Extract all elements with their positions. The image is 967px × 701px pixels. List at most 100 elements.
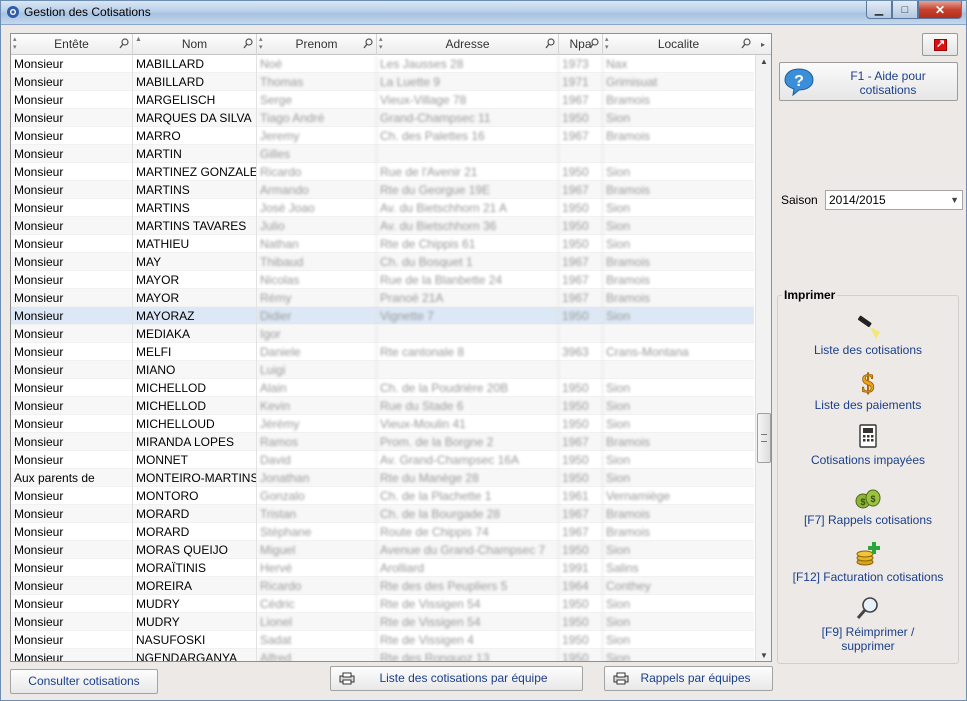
print-rappels-cotisations-button[interactable]: $ $ [F7] Rappels cotisations — [778, 483, 958, 527]
cell-prenom: Daniele — [257, 343, 377, 361]
scroll-right-icon[interactable]: ▸ — [755, 34, 771, 55]
print-facturation-cotisations-button[interactable]: [F12] Facturation cotisations — [778, 540, 958, 584]
cell-prenom: José Joao — [257, 199, 377, 217]
table-row[interactable]: Monsieur MUDRY Lionel Rte de Vissigen 54 195… — [11, 613, 754, 631]
table-row[interactable]: Monsieur MICHELLOD Alain Ch. de la Poudrièr… — [11, 379, 754, 397]
column-header-prenom[interactable]: ▴ ▾ Prenom — [257, 34, 377, 55]
table-row[interactable]: Monsieur MAYOR Nicolas Rue de la Blanbette … — [11, 271, 754, 289]
consulter-cotisations-button[interactable]: Consulter cotisations — [10, 669, 158, 694]
liste-cotisations-par-equipe-button[interactable]: Liste des cotisations par équipe — [330, 666, 583, 691]
chevron-down-icon[interactable]: ▼ — [950, 191, 959, 209]
table-row[interactable]: Aux parents de MONTEIRO-MARTINS Jonathan Rt… — [11, 469, 754, 487]
table-row[interactable]: Monsieur MOREIRA Ricardo Rte des des Peupli… — [11, 577, 754, 595]
table-row[interactable]: Monsieur MONTORO Gonzalo Ch. de la Plachett… — [11, 487, 754, 505]
cell-entete: Monsieur — [11, 307, 133, 325]
cell-adresse: Av. Grand-Champsec 16A — [377, 451, 559, 469]
table-row[interactable]: Monsieur MELFI Daniele Rte cantonale 8 3963 C… — [11, 343, 754, 361]
cell-nom: NGENDARGANYA — [133, 649, 257, 661]
cell-adresse: Ch. de la Poudrière 20B — [377, 379, 559, 397]
scroll-up-icon[interactable]: ▲ — [760, 57, 768, 66]
table-row[interactable]: Monsieur MUDRY Cédric Rte de Vissigen 54 195… — [11, 595, 754, 613]
cell-adresse: Vieux-Village 78 — [377, 91, 559, 109]
cell-entete: Monsieur — [11, 163, 133, 181]
vertical-scrollbar[interactable]: ▲ ▼ — [755, 55, 771, 661]
cell-adresse: Rue du Stade 6 — [377, 397, 559, 415]
search-icon[interactable] — [545, 38, 555, 50]
cell-nom: MARTINEZ GONZALEZ — [133, 163, 257, 181]
table-row[interactable]: Monsieur MIRANDA LOPES Ramos Prom. de la Bo… — [11, 433, 754, 451]
print-cotisations-impayees-button[interactable]: Cotisations impayées — [778, 423, 958, 467]
svg-text:$: $ — [870, 494, 875, 504]
print-liste-paiements-button[interactable]: $ Liste des paiements — [778, 368, 958, 412]
cotisations-grid[interactable]: ▴ ▾ Entête ▲ Nom ▴ ▾ Prenom ▴ ▾ Adresse Npa — [10, 33, 772, 662]
table-row[interactable]: Monsieur MONNET David Av. Grand-Champsec 16… — [11, 451, 754, 469]
cell-prenom: Julio — [257, 217, 377, 235]
search-icon[interactable] — [363, 38, 373, 50]
button-label: Consulter cotisations — [28, 674, 140, 688]
help-button[interactable]: ? F1 - Aide pour cotisations — [779, 62, 958, 101]
table-row[interactable]: Monsieur MEDIAKA Igor — [11, 325, 754, 343]
cell-prenom: Miguel — [257, 541, 377, 559]
column-header-entete[interactable]: ▴ ▾ Entête — [11, 34, 133, 55]
cell-nom: MORARD — [133, 505, 257, 523]
table-row[interactable]: Monsieur MARTINS Armando Rte du Georgue 19E… — [11, 181, 754, 199]
scrollbar-thumb[interactable] — [757, 413, 771, 463]
close-button[interactable]: ✕ — [918, 1, 962, 19]
cell-adresse: Rte de Vissigen 4 — [377, 631, 559, 649]
table-row[interactable]: Monsieur MORARD Tristan Ch. de la Bourgade … — [11, 505, 754, 523]
table-row[interactable]: Monsieur MAY Thibaud Ch. du Bosquet 1 1967 Br… — [11, 253, 754, 271]
minimize-button[interactable]: ▁ — [866, 1, 892, 19]
export-button[interactable] — [922, 33, 958, 56]
table-row[interactable]: Monsieur MABILLARD Noé Les Jausses 28 1973 Na… — [11, 55, 754, 73]
table-row[interactable]: Monsieur MARTIN Gilles — [11, 145, 754, 163]
cell-prenom: Jeremy — [257, 127, 377, 145]
table-row[interactable]: Monsieur MABILLARD Thomas La Luette 9 1971 Gr… — [11, 73, 754, 91]
column-header-npa[interactable]: Npa — [559, 34, 603, 55]
table-row[interactable]: Monsieur MICHELLOD Kevin Rue du Stade 6 1950… — [11, 397, 754, 415]
search-icon[interactable] — [589, 38, 599, 50]
table-row[interactable]: Monsieur MICHELLOUD Jérémy Vieux-Moulin 41 1… — [11, 415, 754, 433]
scroll-down-icon[interactable]: ▼ — [760, 651, 768, 660]
table-row[interactable]: Monsieur MIANO Luigi — [11, 361, 754, 379]
cell-nom: MOREIRA — [133, 577, 257, 595]
cell-entete: Monsieur — [11, 577, 133, 595]
cell-npa: 1967 — [559, 127, 603, 145]
cell-localite: Sion — [606, 219, 631, 233]
table-row[interactable]: Monsieur MAYORAZ Didier Vignette 7 1950 Sion — [11, 307, 754, 325]
table-row[interactable]: Monsieur MORAÏTINIS Hervé Arolliard 1991 Sali… — [11, 559, 754, 577]
column-header-adresse[interactable]: ▴ ▾ Adresse — [377, 34, 559, 55]
column-header-nom[interactable]: ▲ Nom — [133, 34, 257, 55]
table-row[interactable]: Monsieur MARRO Jeremy Ch. des Palettes 16 19… — [11, 127, 754, 145]
table-row[interactable]: Monsieur MAYOR Rémy Pranoë 21A 1967 Bramois — [11, 289, 754, 307]
cell-localite: Bramois — [606, 435, 651, 449]
search-icon[interactable] — [741, 38, 751, 50]
cell-nom: MEDIAKA — [133, 325, 257, 343]
cell-npa: 3963 — [559, 343, 603, 361]
table-row[interactable]: Monsieur MORARD Stéphane Route de Chippis 7… — [11, 523, 754, 541]
cell-adresse: Arolliard — [377, 559, 559, 577]
saison-select[interactable]: 2014/2015 ▼ — [825, 190, 963, 210]
rappels-par-equipes-button[interactable]: Rappels par équipes — [604, 666, 773, 691]
search-icon[interactable] — [243, 38, 253, 50]
table-row[interactable]: Monsieur MARTINS TAVARES Julio Av. du Biets… — [11, 217, 754, 235]
cell-prenom: Igor — [257, 325, 377, 343]
print-reimprimer-supprimer-button[interactable]: [F9] Réimprimer / supprimer — [778, 595, 958, 653]
app-gear-icon — [7, 6, 19, 18]
cell-adresse: Grand-Champsec 11 — [377, 109, 559, 127]
cell-nom: MORAÏTINIS — [133, 559, 257, 577]
table-row[interactable]: Monsieur NASUFOSKI Sadat Rte de Vissigen 41… — [11, 631, 754, 649]
table-row[interactable]: Monsieur MARGELISCH Serge Vieux-Village 78 1… — [11, 91, 754, 109]
title-bar[interactable]: Gestion des Cotisations ▁ □ ✕ — [1, 1, 966, 25]
table-row[interactable]: Monsieur MATHIEU Nathan Rte de Chippis 61 19… — [11, 235, 754, 253]
table-row[interactable]: Monsieur MARTINEZ GONZALEZ Ricardo Rue de l… — [11, 163, 754, 181]
table-row[interactable]: Monsieur NGENDARGANYA Alfred Rte des Ronquo… — [11, 649, 754, 661]
cell-adresse: Rue de l'Avenir 21 — [377, 163, 559, 181]
table-row[interactable]: Monsieur MARTINS José Joao Av. du Bietschho… — [11, 199, 754, 217]
cell-npa: 1950 — [559, 109, 603, 127]
search-icon[interactable] — [119, 38, 129, 50]
table-row[interactable]: Monsieur MORAS QUEIJO Miguel Avenue du Gran… — [11, 541, 754, 559]
maximize-button[interactable]: □ — [892, 1, 918, 19]
print-liste-cotisations-button[interactable]: Liste des cotisations — [778, 313, 958, 357]
column-header-localite[interactable]: ▴ ▾ Localite — [603, 34, 754, 55]
table-row[interactable]: Monsieur MARQUES DA SILVA Tiago André Grand… — [11, 109, 754, 127]
